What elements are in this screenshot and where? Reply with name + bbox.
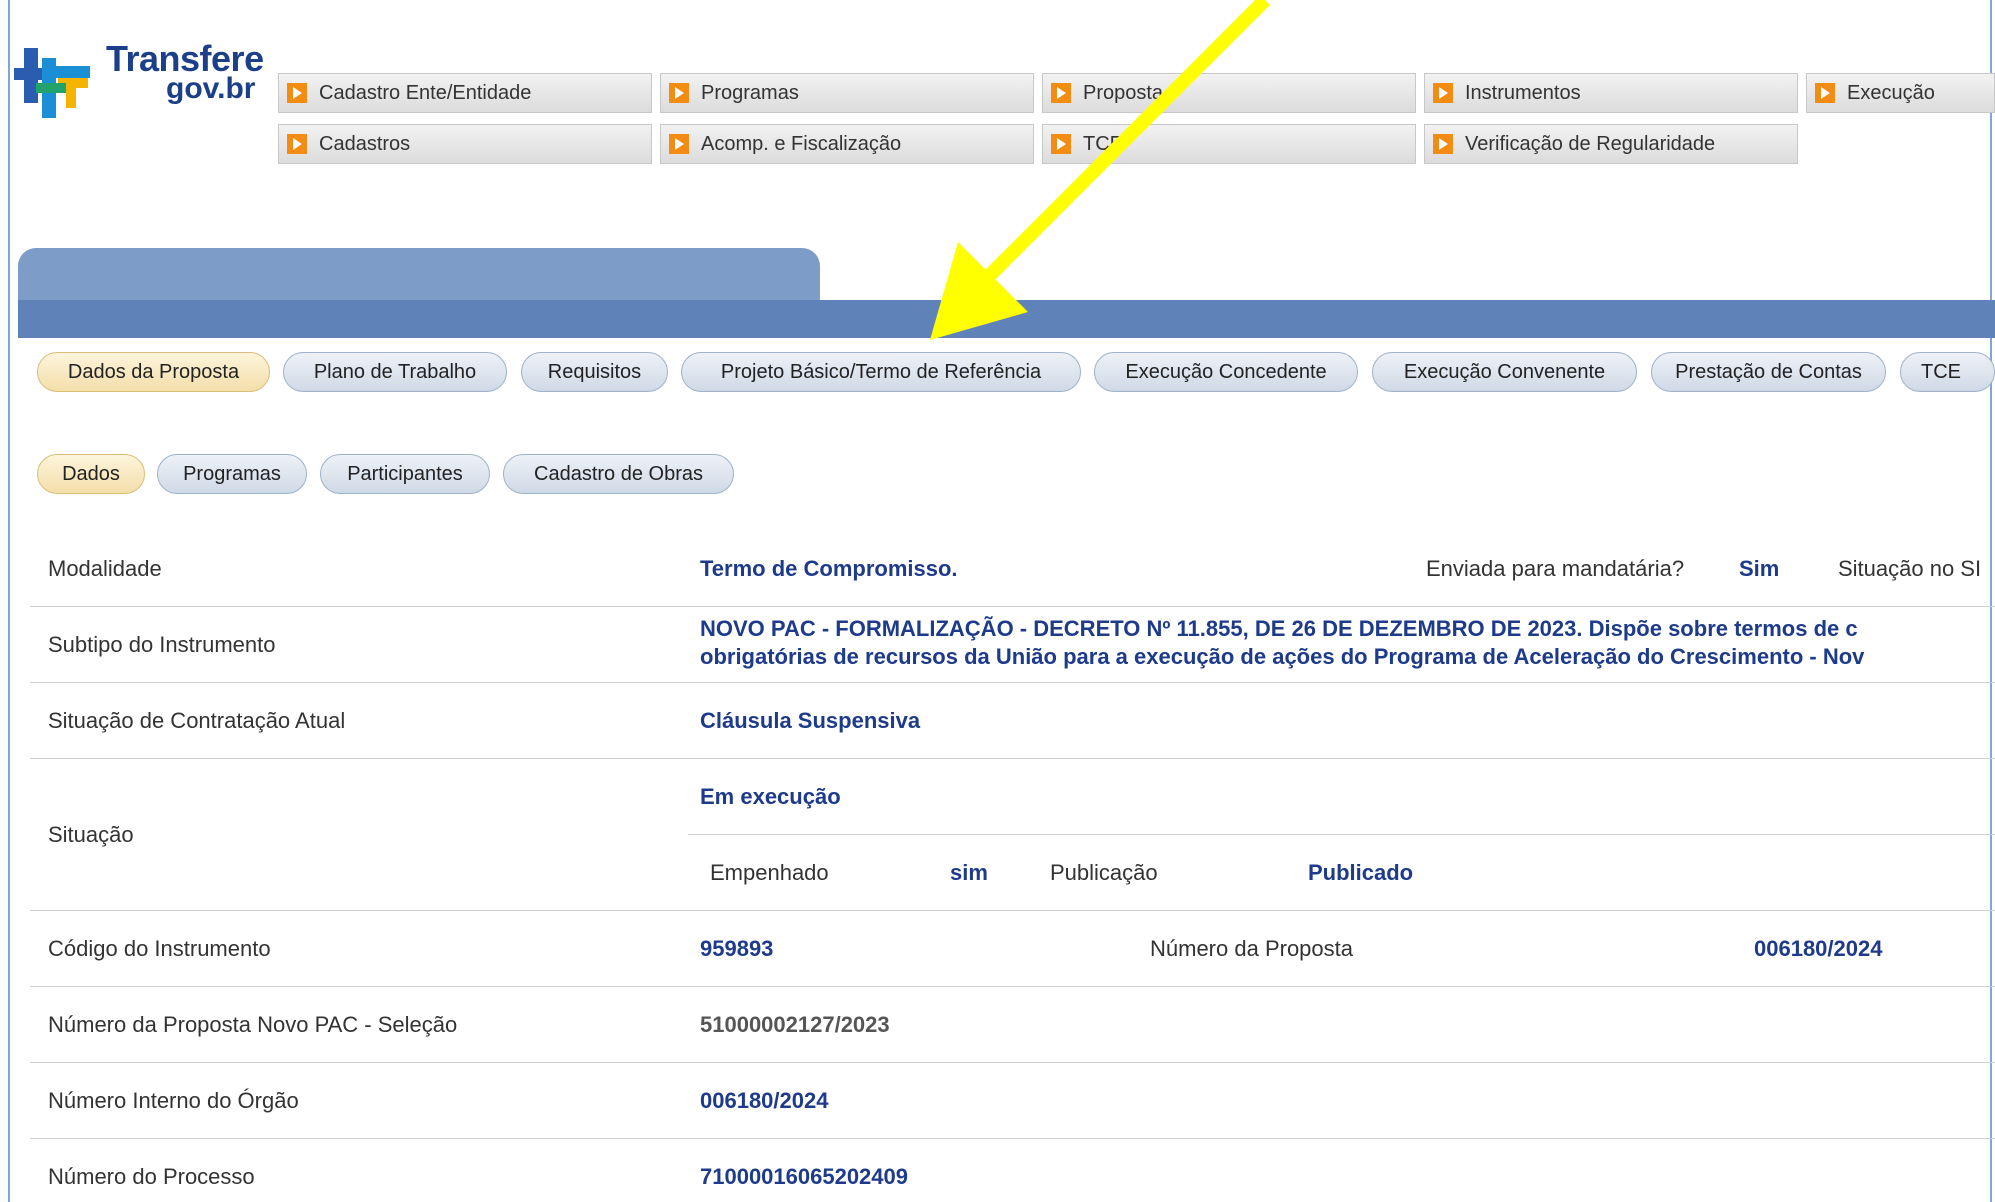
logo-text-govbr: gov.br <box>166 72 256 105</box>
value-codigo: 959893 <box>700 936 774 961</box>
value-enviada-mandataria: Sim <box>1739 556 1780 581</box>
label-modalidade: Modalidade <box>48 556 162 581</box>
row-novo-pac: Número da Proposta Novo PAC - Seleção 51… <box>30 986 1995 1063</box>
header-tab-shape <box>18 248 820 304</box>
subtab-participantes[interactable]: Participantes <box>320 454 490 494</box>
label-enviada-mandataria: Enviada para mandatária? <box>1426 556 1685 581</box>
menu-label: Acomp. e Fiscalização <box>701 132 902 155</box>
value-novo-pac: 51000002127/2023 <box>700 1012 890 1037</box>
menu-arrow-icon <box>669 134 689 154</box>
value-numero-proposta: 006180/2024 <box>1754 936 1883 961</box>
row-modalidade: Modalidade Termo de Compromisso. Enviada… <box>30 530 1995 607</box>
menu-arrow-icon <box>669 83 689 103</box>
menu-arrow-icon <box>1433 83 1453 103</box>
tab-requisitos[interactable]: Requisitos <box>521 352 668 392</box>
value-numero-interno: 006180/2024 <box>700 1088 829 1113</box>
row-codigo: Código do Instrumento 959893 Número da P… <box>30 910 1995 987</box>
value-subtipo-line2: obrigatórias de recursos da União para a… <box>700 644 1865 669</box>
menu-label: Execução <box>1847 81 1935 104</box>
menu-label: Verificação de Regularidade <box>1465 132 1716 155</box>
value-publicacao: Publicado <box>1308 860 1414 885</box>
menu-arrow-icon <box>1051 134 1071 154</box>
menu-label: Cadastros <box>319 132 411 155</box>
menu-arrow-icon <box>287 134 307 154</box>
menu-acomp-fiscalizacao[interactable]: Acomp. e Fiscalização <box>660 124 1034 164</box>
menu-label: Instrumentos <box>1465 81 1581 104</box>
menu-label: Programas <box>701 81 799 104</box>
menu-label: Cadastro Ente/Entidade <box>319 81 532 104</box>
menu-execucao[interactable]: Execução <box>1806 73 1995 113</box>
tab-tce[interactable]: TCE <box>1900 352 1995 392</box>
tab-dados-da-proposta[interactable]: Dados da Proposta <box>37 352 270 392</box>
menu-tce[interactable]: TCE <box>1042 124 1416 164</box>
menu-arrow-icon <box>1433 134 1453 154</box>
situacao-divider <box>688 834 1995 835</box>
label-situacao-contratacao: Situação de Contratação Atual <box>48 708 346 733</box>
value-situacao-contratacao: Cláusula Suspensiva <box>700 708 921 733</box>
tab-execucao-concedente[interactable]: Execução Concedente <box>1094 352 1358 392</box>
label-numero-interno: Número Interno do Órgão <box>48 1088 299 1113</box>
label-numero-processo: Número do Processo <box>48 1164 255 1189</box>
menu-label: Proposta <box>1083 81 1164 104</box>
label-subtipo: Subtipo do Instrumento <box>48 632 276 657</box>
menu-cadastro-ente[interactable]: Cadastro Ente/Entidade <box>278 73 652 113</box>
tab-plano-de-trabalho[interactable]: Plano de Trabalho <box>283 352 507 392</box>
label-situacao: Situação <box>48 822 134 847</box>
value-subtipo-line1: NOVO PAC - FORMALIZAÇÃO - DECRETO Nº 11.… <box>700 616 1858 641</box>
tab-prestacao-de-contas[interactable]: Prestação de Contas <box>1651 352 1886 392</box>
row-situacao: Situação Em execução Empenhado sim Publi… <box>30 758 1995 911</box>
label-numero-proposta: Número da Proposta <box>1150 936 1353 961</box>
tab-execucao-convenente[interactable]: Execução Convenente <box>1372 352 1637 392</box>
menu-label: TCE <box>1083 132 1123 155</box>
logo-mark-icon <box>14 48 90 118</box>
label-situacao-si: Situação no SI <box>1838 556 1982 581</box>
value-numero-processo: 71000016065202409 <box>700 1164 909 1189</box>
label-codigo: Código do Instrumento <box>48 936 271 961</box>
value-empenhado: sim <box>950 860 988 885</box>
menu-verificacao-regularidade[interactable]: Verificação de Regularidade <box>1424 124 1798 164</box>
menu-proposta[interactable]: Proposta <box>1042 73 1416 113</box>
menu-arrow-icon <box>1051 83 1071 103</box>
label-empenhado: Empenhado <box>710 860 829 885</box>
row-situacao-contratacao: Situação de Contratação Atual Cláusula S… <box>30 682 1995 759</box>
value-situacao: Em execução <box>700 784 841 809</box>
subtab-cadastro-de-obras[interactable]: Cadastro de Obras <box>503 454 734 494</box>
menu-instrumentos[interactable]: Instrumentos <box>1424 73 1798 113</box>
menu-arrow-icon <box>287 83 307 103</box>
row-numero-processo: Número do Processo 71000016065202409 <box>30 1138 1995 1202</box>
label-publicacao: Publicação <box>1050 860 1158 885</box>
menu-cadastros[interactable]: Cadastros <box>278 124 652 164</box>
tab-projeto-basico[interactable]: Projeto Básico/Termo de Referência <box>681 352 1081 392</box>
transferegov-logo[interactable]: Transfere gov.br <box>14 38 284 118</box>
row-subtipo: Subtipo do Instrumento NOVO PAC - FORMAL… <box>30 606 1995 683</box>
menu-programas[interactable]: Programas <box>660 73 1034 113</box>
row-numero-interno: Número Interno do Órgão 006180/2024 <box>30 1062 1995 1139</box>
subtab-programas[interactable]: Programas <box>157 454 307 494</box>
menu-arrow-icon <box>1815 83 1835 103</box>
value-modalidade: Termo de Compromisso. <box>700 556 958 581</box>
subtab-dados[interactable]: Dados <box>37 454 145 494</box>
header-band <box>18 300 1995 338</box>
label-novo-pac: Número da Proposta Novo PAC - Seleção <box>48 1012 458 1037</box>
